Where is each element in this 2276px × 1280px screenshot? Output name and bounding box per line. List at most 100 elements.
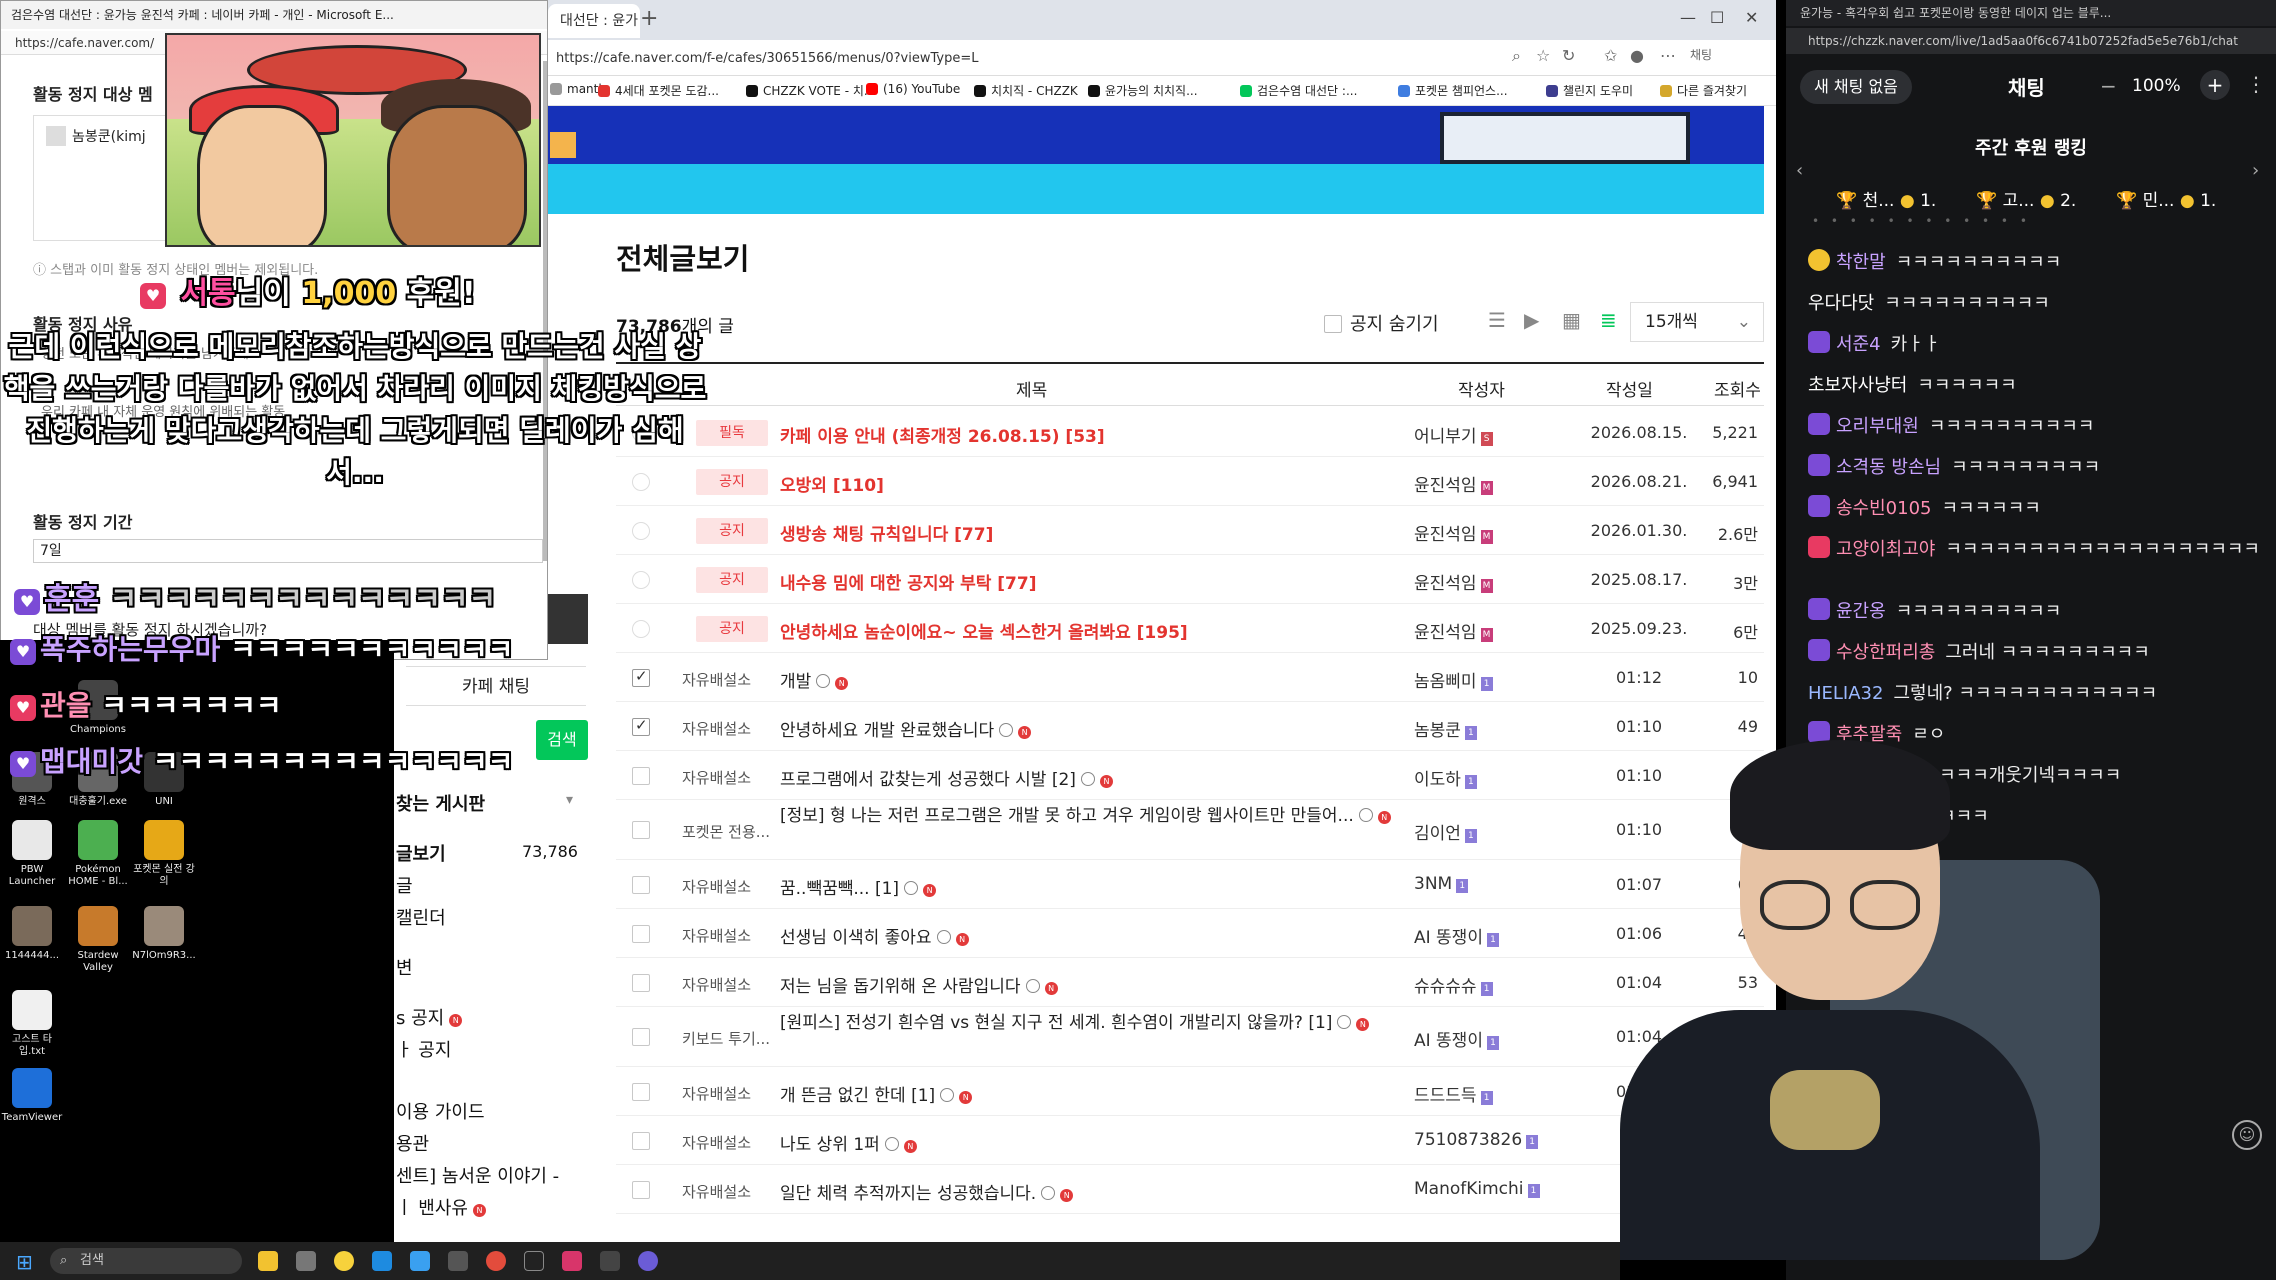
menu-item-notice1[interactable]: s 공지 N: [396, 1004, 463, 1030]
row-checkbox[interactable]: [632, 1082, 650, 1101]
app-icon-3[interactable]: [410, 1251, 430, 1271]
table-row[interactable]: 키보드 투기... [원피스] 전성기 흰수염 vs 현실 지구 전 세계. 흰수…: [616, 1007, 1764, 1067]
post-title-link[interactable]: 카페 이용 안내 (최종개정 26.08.15) [53]: [780, 422, 1400, 447]
menu-item-trade[interactable]: ㅣ 밴사유 N: [396, 1194, 486, 1220]
row-checkbox[interactable]: [632, 570, 650, 589]
table-row[interactable]: 자유배설소개 뜬금 없긴 한데 [1]N드드드득101:03: [616, 1067, 1764, 1116]
chat-label[interactable]: 채팅: [1690, 46, 1712, 63]
desktop-icon[interactable]: Stardew Valley: [66, 906, 130, 974]
fav-boards-label[interactable]: 찾는 게시판: [396, 790, 485, 816]
app-icon-7[interactable]: [600, 1251, 620, 1271]
row-checkbox[interactable]: [632, 924, 650, 943]
post-title-link[interactable]: 개발 N: [780, 667, 1400, 692]
chrome-icon[interactable]: [486, 1251, 506, 1271]
row-checkbox[interactable]: [632, 717, 650, 736]
menu-item-rules[interactable]: 용관: [396, 1130, 429, 1156]
emoji-icon[interactable]: ☺: [2232, 1120, 2262, 1150]
profile-icon[interactable]: ●: [1630, 46, 1644, 65]
table-row[interactable]: 자유배설소선생님 이색히 좋아요NAI 똥쟁이101:0641: [616, 909, 1764, 958]
menu-item-posts[interactable]: 글: [396, 872, 413, 898]
post-title-link[interactable]: 오방외 [110]: [780, 471, 1400, 496]
table-row[interactable]: 자유배설소 개발N 놈옴삐미1 01:12 10: [616, 653, 1764, 702]
post-author[interactable]: 놈봉쿤 1: [1414, 716, 1574, 741]
post-title-link[interactable]: 일단 체력 추적까지는 성공했습니다. N: [780, 1179, 1400, 1204]
url-field[interactable]: https://cafe.naver.com/f-e/cafes/3065156…: [556, 47, 1456, 71]
post-author[interactable]: 김이언 1: [1414, 819, 1574, 844]
more-icon[interactable]: ⋮: [2246, 72, 2266, 96]
table-row[interactable]: 자유배설소 저는 님을 돕기위해 온 사람입니다 N 슈슈슈슈 1 01:04 53: [616, 958, 1764, 1007]
row-checkbox[interactable]: [632, 1028, 650, 1046]
chevron-right-icon[interactable]: ›: [2252, 160, 2259, 181]
search-button[interactable]: 검색: [536, 720, 588, 760]
menu-item-notice2[interactable]: ㅏ 공지: [396, 1036, 451, 1062]
post-category[interactable]: 키보드 투기...: [682, 1028, 770, 1049]
table-row[interactable]: 자유배설소일단 체력 추적까지는 성공했습니다.NManofKimchi100: [616, 1165, 1764, 1214]
bookmark-item[interactable]: 윤가능의 치치직...: [1088, 82, 1198, 99]
zoom-icon[interactable]: ⌕: [1512, 46, 1521, 66]
row-checkbox[interactable]: [632, 1131, 650, 1150]
table-row[interactable]: 공지 내수용 밈에 대한 공지와 부탁 [77] 윤진석임 M 2025.08.17. 3…: [616, 555, 1764, 604]
post-category[interactable]: 자유배설소: [682, 669, 751, 690]
bookmark-item[interactable]: 4세대 포켓몬 도감...: [598, 82, 719, 99]
post-category[interactable]: 자유배설소: [682, 925, 751, 946]
post-title-link[interactable]: 개 뜬금 없긴 한데 [1] N: [780, 1081, 1400, 1106]
desktop-icon[interactable]: PBW Launcher: [0, 820, 64, 888]
table-row[interactable]: 자유배설소 안녕하세요 개발 완료했습니다N 놈봉쿤1 01:10 49: [616, 702, 1764, 751]
chat-url[interactable]: https://chzzk.naver.com/live/1ad5aa0f6c6…: [1786, 28, 2276, 54]
per-page-select[interactable]: 15개씩 ⌄: [1630, 302, 1764, 342]
post-author[interactable]: 드드드득 1: [1414, 1081, 1574, 1106]
table-row[interactable]: 공지 안녕하세요 놈순이에요~ 오늘 섹스한거 올려봐요 [195] 윤진석임 M 20…: [616, 604, 1764, 653]
tab-cafe[interactable]: 대선단 : 윤가: [548, 4, 640, 38]
post-title-link[interactable]: 프로그램에서 값찾는게 성공했다 시발 [2] N: [780, 765, 1400, 790]
desktop-icon[interactable]: 1144444...: [0, 906, 64, 962]
app-icon-4[interactable]: [448, 1251, 468, 1271]
table-row[interactable]: 포켓몬 전용... [정보] 형 나는 저런 프로그램은 개발 못 하고 겨우 게…: [616, 800, 1764, 860]
refresh-icon[interactable]: ↻: [1562, 46, 1575, 65]
post-title-link[interactable]: 생방송 채팅 규칙입니다 [77]: [780, 520, 1400, 545]
chevron-down-icon[interactable]: ▾: [566, 792, 573, 808]
row-checkbox[interactable]: [632, 619, 650, 638]
maximize-icon[interactable]: ☐: [1710, 8, 1724, 27]
app-icon-5[interactable]: [524, 1251, 544, 1271]
post-title-link[interactable]: 선생님 이색히 좋아요 N: [780, 923, 1400, 948]
desktop-icon[interactable]: Pokémon HOME - Bl...: [66, 820, 130, 888]
bookmark-item[interactable]: 포켓몬 챔피언스...: [1398, 82, 1508, 99]
zoom-out-button[interactable]: −: [2100, 74, 2117, 98]
post-author[interactable]: AI 똥쟁이 1: [1414, 1026, 1574, 1051]
post-title-link[interactable]: 꿈..빽꿈빽... [1] N: [780, 874, 1400, 899]
post-title-link[interactable]: [정보] 형 나는 저런 프로그램은 개발 못 하고 겨우 게임이랑 웹사이트만…: [780, 804, 1400, 858]
cafe-chat-button[interactable]: 카페 채팅: [406, 666, 586, 706]
row-checkbox[interactable]: [632, 521, 650, 540]
post-category[interactable]: 자유배설소: [682, 876, 751, 897]
post-category[interactable]: 자유배설소: [682, 974, 751, 995]
post-title-link[interactable]: 안녕하세요 놈순이에요~ 오늘 섹스한거 올려봐요 [195]: [780, 618, 1400, 643]
favorites-icon[interactable]: ✩: [1604, 46, 1617, 65]
post-category[interactable]: 자유배설소: [682, 1181, 751, 1202]
post-title-link[interactable]: 나도 상위 1퍼 N: [780, 1130, 1400, 1155]
post-author[interactable]: 윤진석임 M: [1414, 520, 1574, 545]
chat-nickname[interactable]: 오리부대원: [1836, 416, 1919, 437]
post-category[interactable]: 자유배설소: [682, 718, 751, 739]
grid-view-icon[interactable]: ▦: [1562, 310, 1582, 330]
discord-icon[interactable]: [638, 1251, 658, 1271]
chat-nickname[interactable]: 소격동 방손님: [1836, 457, 1941, 478]
detail-list-icon[interactable]: ≣: [1600, 310, 1620, 330]
post-category[interactable]: 자유배설소: [682, 1083, 751, 1104]
video-view-icon[interactable]: ▶: [1524, 310, 1544, 330]
post-author[interactable]: 어니부기 S: [1414, 422, 1574, 447]
edge-icon[interactable]: [372, 1251, 392, 1271]
table-row[interactable]: 자유배설소프로그램에서 값찾는게 성공했다 시발 [2]N이도하101:1040: [616, 751, 1764, 800]
taskbar-search[interactable]: ⌕ 검색: [50, 1248, 242, 1274]
post-author[interactable]: 슈슈슈슈 1: [1414, 972, 1574, 997]
post-author[interactable]: 이도하 1: [1414, 765, 1574, 790]
desktop-icon[interactable]: N7lOm9R3...: [132, 906, 196, 962]
post-title-link[interactable]: 내수용 밈에 대한 공지와 부탁 [77]: [780, 569, 1400, 594]
app-icon-1[interactable]: [296, 1251, 316, 1271]
chat-nickname[interactable]: 고양이최고야: [1836, 539, 1935, 560]
period-select[interactable]: 7일: [33, 539, 543, 563]
minimize-icon[interactable]: —: [1680, 8, 1696, 27]
new-chat-button[interactable]: 새 채팅 없음: [1800, 70, 1912, 104]
menu-item-guide[interactable]: 이용 가이드: [396, 1098, 485, 1124]
zoom-in-button[interactable]: +: [2200, 70, 2230, 100]
post-category[interactable]: 포켓몬 전용...: [682, 821, 770, 842]
